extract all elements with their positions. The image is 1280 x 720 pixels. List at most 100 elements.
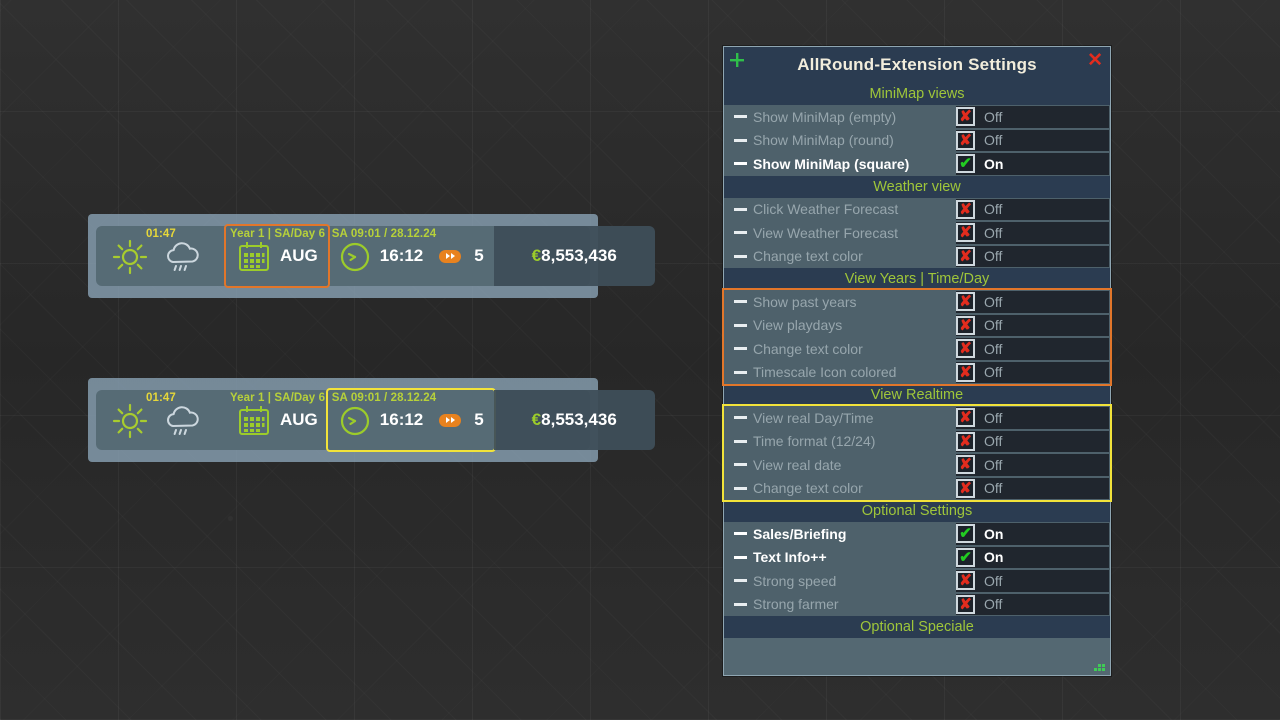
- checkbox-unchecked-icon[interactable]: ✘: [956, 595, 975, 614]
- setting-value-area[interactable]: ✘Off: [956, 246, 1109, 268]
- setting-value-area[interactable]: ✘Off: [956, 454, 1109, 476]
- setting-value-area[interactable]: ✘Off: [956, 338, 1109, 360]
- setting-row[interactable]: Change text color✘Off: [724, 337, 1110, 361]
- setting-row[interactable]: Timescale Icon colored ✘Off: [724, 361, 1110, 385]
- hud-inner: 01:47: [96, 226, 590, 286]
- game-screen: 01:47: [0, 0, 1280, 720]
- setting-row[interactable]: Show MiniMap (square)✔On: [724, 152, 1110, 176]
- setting-row[interactable]: View Weather Forecast✘Off: [724, 221, 1110, 245]
- hud-clock-time: 16:12: [380, 410, 423, 430]
- calendar-icon: [236, 403, 272, 437]
- setting-value-area[interactable]: ✘ Off: [956, 291, 1109, 313]
- setting-value-area[interactable]: ✔On: [956, 523, 1109, 545]
- setting-row[interactable]: Strong farmer✘Off: [724, 593, 1110, 617]
- setting-label: Click Weather Forecast: [753, 201, 898, 217]
- setting-row[interactable]: Strong speed✘Off: [724, 569, 1110, 593]
- checkbox-unchecked-icon[interactable]: ✘: [956, 107, 975, 126]
- section-heading: Weather view: [724, 176, 1110, 198]
- bullet-dash-icon: [734, 255, 747, 258]
- checkbox-unchecked-icon[interactable]: ✘: [956, 292, 975, 311]
- hud-calendar-section[interactable]: Year 1 | SA/Day 6 AUG: [226, 226, 328, 286]
- setting-value-text: On: [984, 156, 1003, 172]
- calendar-icon: [236, 239, 272, 273]
- setting-value-text: Off: [984, 132, 1002, 148]
- hud-money-section[interactable]: €8,553,436: [494, 226, 655, 286]
- checkbox-unchecked-icon[interactable]: ✘: [956, 455, 975, 474]
- setting-label: View playdays: [753, 317, 842, 333]
- checkbox-unchecked-icon[interactable]: ✘: [956, 339, 975, 358]
- setting-row[interactable]: Show past years✘Off: [724, 290, 1110, 314]
- setting-value-area[interactable]: ✘ Off: [956, 478, 1109, 500]
- hud-month-value: AUG: [280, 246, 318, 266]
- clock-icon: [338, 403, 372, 437]
- setting-value-area[interactable]: ✘Off: [956, 431, 1109, 453]
- checkbox-checked-icon[interactable]: ✔: [956, 524, 975, 543]
- bullet-dash-icon: [734, 603, 747, 606]
- setting-value-area[interactable]: ✘Off: [956, 199, 1109, 221]
- settings-group: Show MiniMap (empty)✘OffShow MiniMap (ro…: [724, 105, 1110, 176]
- setting-value-text: Off: [984, 480, 1002, 496]
- checkbox-unchecked-icon[interactable]: ✘: [956, 408, 975, 427]
- setting-label: Timescale Icon colored: [753, 364, 896, 380]
- setting-row[interactable]: View real date✘Off: [724, 453, 1110, 477]
- checkbox-checked-icon[interactable]: ✔: [956, 154, 975, 173]
- hud-weather-section[interactable]: 01:47: [96, 226, 214, 286]
- setting-row[interactable]: Text Info++✔On: [724, 546, 1110, 570]
- setting-label: Change text color: [753, 248, 863, 264]
- resize-grip-icon[interactable]: [1092, 658, 1106, 672]
- hud-clock-section[interactable]: SA 09:01 / 28.12.24 16:12 5: [328, 226, 494, 286]
- setting-row[interactable]: Show MiniMap (empty)✘Off: [724, 105, 1110, 129]
- bullet-dash-icon: [734, 532, 747, 535]
- close-icon[interactable]: ✕: [1087, 51, 1103, 70]
- checkbox-unchecked-icon[interactable]: ✘: [956, 223, 975, 242]
- setting-row[interactable]: View playdays ✘Off: [724, 314, 1110, 338]
- setting-value-text: Off: [984, 294, 1002, 310]
- setting-row[interactable]: Show MiniMap (round)✘Off: [724, 129, 1110, 153]
- setting-value-area[interactable]: ✘ Off: [956, 130, 1109, 152]
- checkbox-unchecked-icon[interactable]: ✘: [956, 316, 975, 335]
- checkbox-unchecked-icon[interactable]: ✘: [956, 200, 975, 219]
- setting-row[interactable]: Sales/Briefing ✔On: [724, 522, 1110, 546]
- bullet-dash-icon: [734, 324, 747, 327]
- setting-value-area[interactable]: ✘Off: [956, 362, 1109, 384]
- bullet-dash-icon: [734, 487, 747, 490]
- checkbox-checked-icon[interactable]: ✔: [956, 548, 975, 567]
- setting-row[interactable]: Change text color ✘Off: [724, 245, 1110, 269]
- section-heading: MiniMap views: [724, 83, 1110, 105]
- setting-row[interactable]: View real Day/Time✘Off: [724, 406, 1110, 430]
- setting-value-text: Off: [984, 225, 1002, 241]
- checkbox-unchecked-icon[interactable]: ✘: [956, 247, 975, 266]
- money-amount: 8,553,436: [541, 246, 617, 265]
- fast-forward-icon: [439, 250, 461, 263]
- setting-value-area[interactable]: ✘ Off: [956, 222, 1109, 244]
- setting-value-area[interactable]: ✘Off: [956, 570, 1109, 592]
- panel-header[interactable]: AllRound-Extension Settings ✕: [724, 47, 1110, 83]
- setting-value-area[interactable]: ✔ On: [956, 153, 1109, 175]
- section-heading: View Years | Time/Day: [724, 268, 1110, 290]
- setting-label: Sales/Briefing: [753, 526, 846, 542]
- checkbox-unchecked-icon[interactable]: ✘: [956, 479, 975, 498]
- setting-row[interactable]: Click Weather Forecast ✘Off: [724, 198, 1110, 222]
- checkbox-unchecked-icon[interactable]: ✘: [956, 432, 975, 451]
- move-handle-icon[interactable]: [730, 53, 744, 67]
- setting-value-area[interactable]: ✘Off: [956, 407, 1109, 429]
- setting-value-area[interactable]: ✔On: [956, 547, 1109, 569]
- bullet-dash-icon: [734, 162, 747, 165]
- hud-clock-section[interactable]: SA 09:01 / 28.12.24 16:12 5: [328, 390, 494, 450]
- setting-row[interactable]: Time format (12/24)✘Off: [724, 430, 1110, 454]
- bullet-dash-icon: [734, 208, 747, 211]
- checkbox-unchecked-icon[interactable]: ✘: [956, 131, 975, 150]
- section-heading: Optional Speciale: [724, 616, 1110, 638]
- setting-value-area[interactable]: ✘Off: [956, 594, 1109, 616]
- hud-time-label: 01:47: [146, 392, 176, 404]
- hud-money-section[interactable]: €8,553,436: [494, 390, 655, 450]
- setting-value-area[interactable]: ✘Off: [956, 315, 1109, 337]
- bullet-dash-icon: [734, 371, 747, 374]
- checkbox-unchecked-icon[interactable]: ✘: [956, 363, 975, 382]
- hud-weather-section[interactable]: 01:47: [96, 390, 214, 450]
- hud-calendar-section[interactable]: Year 1 | SA/Day 6 AUG: [226, 390, 328, 450]
- checkbox-unchecked-icon[interactable]: ✘: [956, 571, 975, 590]
- setting-row[interactable]: Change text color✘Off: [724, 477, 1110, 501]
- setting-value-area[interactable]: ✘ Off: [956, 106, 1109, 128]
- setting-value-text: Off: [984, 109, 1002, 125]
